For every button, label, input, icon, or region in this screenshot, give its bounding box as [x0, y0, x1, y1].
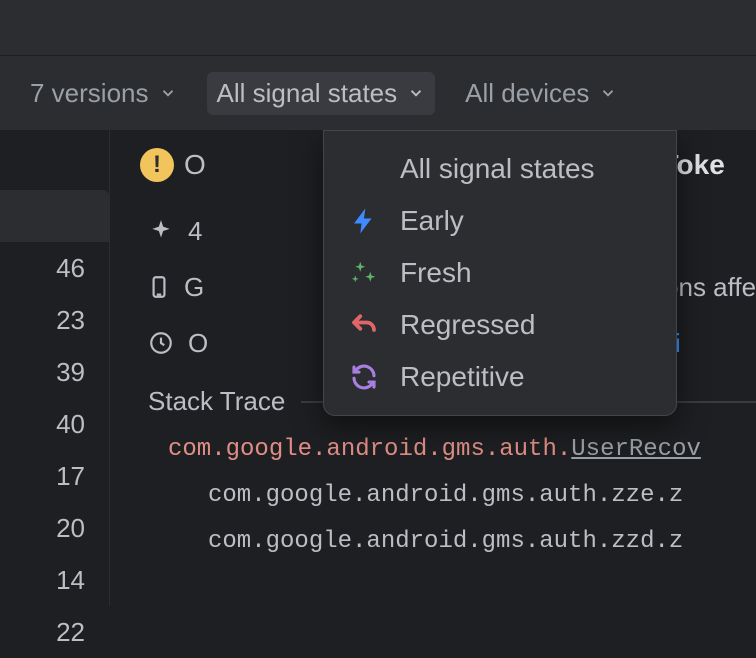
stack-trace: com.google.android.gms.auth.UserRecov co… — [140, 427, 756, 565]
bolt-icon — [346, 206, 382, 236]
list-count: 23 — [0, 294, 109, 346]
top-bar — [0, 0, 756, 56]
main-panel: ! O tchAuthToke 4 G Versions affe — [110, 130, 756, 606]
trace-class: UserRecov — [571, 436, 701, 463]
summary-device-text: G — [184, 272, 204, 303]
signal-states-dropdown: All signal states Early Fresh Regressed — [323, 130, 677, 416]
chevron-down-icon — [407, 84, 425, 102]
left-column: 46 23 39 40 17 20 14 22 — [0, 130, 110, 606]
filter-devices-label: All devices — [465, 78, 589, 109]
dd-item-label: Early — [400, 205, 464, 237]
list-count: 22 — [0, 606, 109, 658]
list-count: 40 — [0, 398, 109, 450]
chevron-down-icon — [159, 84, 177, 102]
dd-item-fresh[interactable]: Fresh — [324, 247, 676, 299]
trace-line[interactable]: com.google.android.gms.auth.zze.z — [208, 473, 756, 519]
dd-item-label: Fresh — [400, 257, 472, 289]
filter-versions-label: 7 versions — [30, 78, 149, 109]
trace-line[interactable]: com.google.android.gms.auth.zzd.z — [208, 519, 756, 565]
summary-time-text-left: O — [188, 328, 208, 359]
list-count: 14 — [0, 554, 109, 606]
content-area: 46 23 39 40 17 20 14 22 ! O tchAuthToke … — [0, 130, 756, 606]
dd-item-all-signal-states[interactable]: All signal states — [324, 143, 676, 195]
undo-icon — [346, 310, 382, 340]
dd-item-label: Repetitive — [400, 361, 525, 393]
list-count: 20 — [0, 502, 109, 554]
issue-title: O — [184, 149, 206, 181]
sparkles-icon — [346, 258, 382, 288]
issue-title-prefix: O — [184, 149, 206, 180]
spark-icon — [146, 218, 176, 244]
cycle-icon — [346, 362, 382, 392]
trace-line[interactable]: com.google.android.gms.auth.UserRecov — [168, 427, 756, 473]
list-count: 46 — [0, 242, 109, 294]
phone-icon — [146, 274, 172, 300]
dd-item-label: All signal states — [400, 153, 595, 185]
filter-versions[interactable]: 7 versions — [20, 72, 187, 115]
list-count: 17 — [0, 450, 109, 502]
filter-bar: 7 versions All signal states All devices — [0, 56, 756, 130]
filter-devices[interactable]: All devices — [455, 72, 627, 115]
dd-item-regressed[interactable]: Regressed — [324, 299, 676, 351]
warning-icon: ! — [140, 148, 174, 182]
dd-item-early[interactable]: Early — [324, 195, 676, 247]
clock-icon — [146, 330, 176, 356]
dd-item-repetitive[interactable]: Repetitive — [324, 351, 676, 403]
left-column-stub — [0, 190, 109, 242]
dd-item-label: Regressed — [400, 309, 535, 341]
filter-signal-states[interactable]: All signal states — [207, 72, 436, 115]
stack-trace-label: Stack Trace — [148, 386, 285, 417]
list-count: 39 — [0, 346, 109, 398]
chevron-down-icon — [599, 84, 617, 102]
filter-signal-states-label: All signal states — [217, 78, 398, 109]
summary-events-text: 4 — [188, 216, 202, 247]
trace-package: com.google.android.gms.auth. — [168, 436, 571, 463]
